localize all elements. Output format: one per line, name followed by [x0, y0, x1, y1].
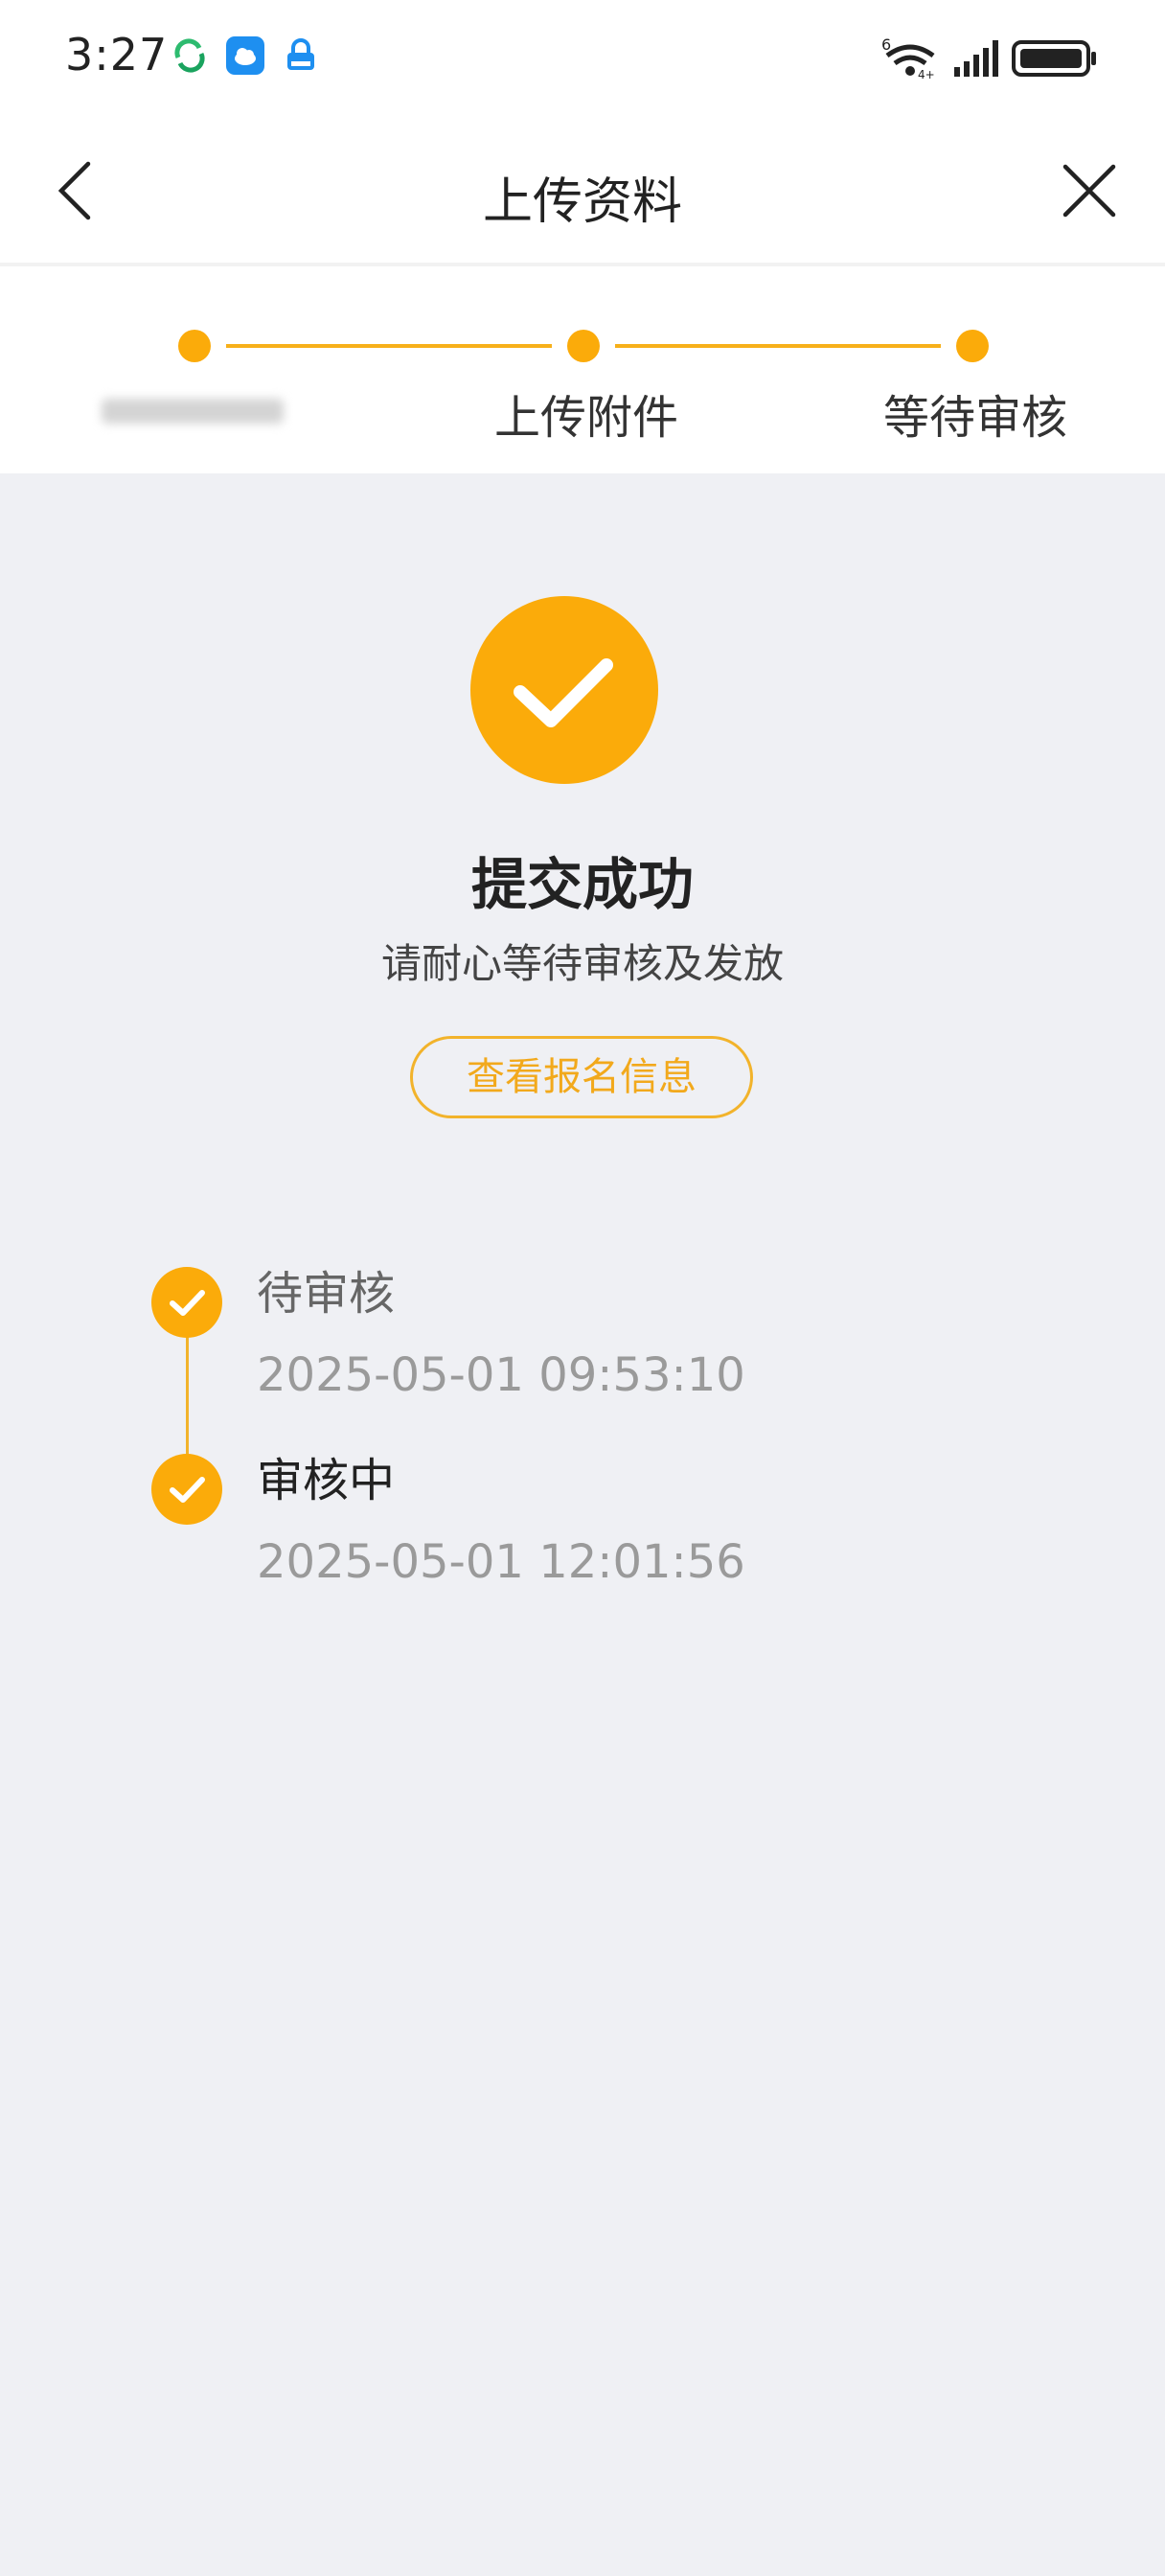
timeline-time-2: 2025-05-01 12:01:56 [257, 1535, 745, 1589]
success-title: 提交成功 [470, 852, 694, 917]
step-label-3: 等待审核 [882, 391, 1067, 445]
timeline-node-1 [151, 1267, 222, 1338]
page-title: 上传资料 [482, 173, 682, 231]
timeline-node-2 [151, 1454, 222, 1525]
step-dot-3 [956, 330, 989, 362]
timeline-title-2: 审核中 [257, 1454, 396, 1507]
step-label-2: 上传附件 [493, 391, 678, 445]
check-icon [170, 1290, 205, 1316]
battery-icon [1012, 40, 1096, 77]
signal-icon [954, 40, 998, 77]
step-label-1 [96, 380, 297, 448]
close-button[interactable] [1060, 161, 1119, 220]
close-icon [1062, 164, 1116, 218]
check-icon [170, 1477, 205, 1503]
step-connector-2 [615, 344, 941, 348]
status-time: 3:27 [65, 29, 169, 80]
timeline-time-1: 2025-05-01 09:53:10 [257, 1348, 745, 1402]
success-badge [470, 596, 658, 784]
step-dot-1 [178, 330, 211, 362]
wifi-icon: 6 4+ [881, 35, 935, 81]
timeline-title-1: 待审核 [257, 1267, 396, 1321]
cloud-app-icon [226, 36, 264, 75]
step-connector-1 [226, 344, 552, 348]
lock-app-icon [282, 36, 320, 75]
nav-divider [0, 263, 1165, 266]
redacted-label [102, 399, 284, 424]
sync-app-icon [171, 36, 209, 75]
status-indicators: 6 4+ [881, 34, 1102, 82]
step-dot-2 [567, 330, 600, 362]
success-subtitle: 请耐心等待审核及发放 [380, 940, 784, 987]
network-sub-label: 4+ [918, 68, 935, 81]
checkmark-icon [514, 658, 613, 727]
view-registration-button[interactable]: 查看报名信息 [410, 1036, 753, 1118]
